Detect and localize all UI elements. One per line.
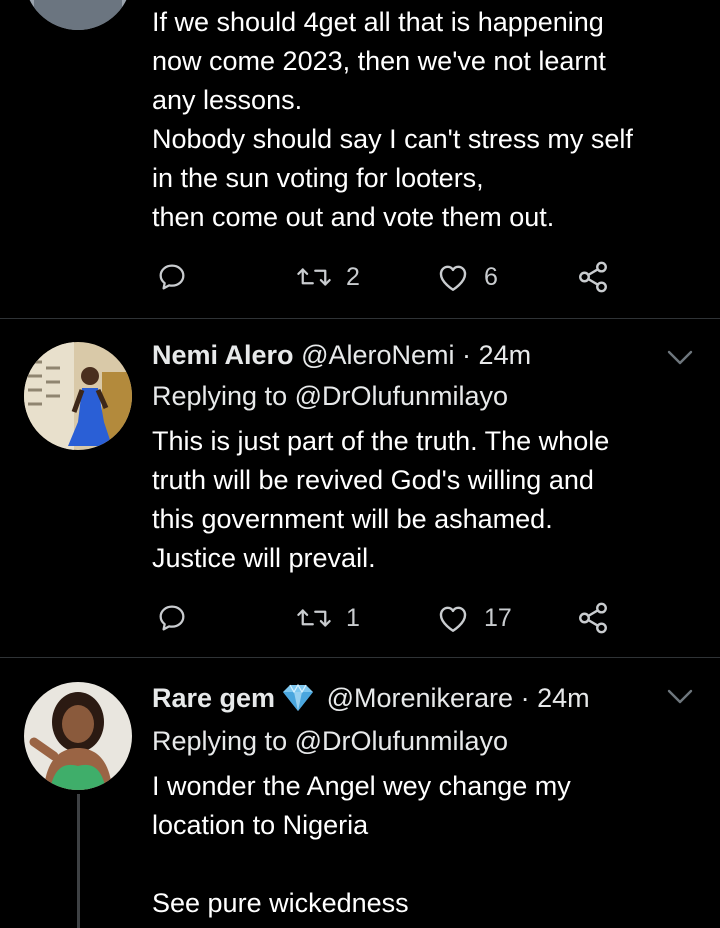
chevron-down-icon[interactable] (664, 686, 696, 708)
tweet-text: If we should 4get all that is happening … (152, 7, 633, 232)
heart-icon (439, 265, 467, 291)
like-button[interactable]: 17 (436, 598, 512, 638)
avatar[interactable] (24, 342, 132, 450)
display-name[interactable]: Rare gem (152, 683, 275, 713)
tweet-2[interactable]: Nemi Alero @AleroNemi · 24m Replying to … (0, 319, 720, 657)
share-button[interactable] (576, 598, 610, 638)
avatar[interactable] (24, 682, 132, 790)
separator: · (520, 683, 530, 713)
replying-to-handle[interactable]: @DrOlufunmilayo (295, 381, 508, 411)
like-count: 17 (484, 603, 512, 632)
tweet-1[interactable]: If we should 4get all that is happening … (0, 0, 720, 318)
replying-to-line: Replying to @DrOlufunmilayo (152, 723, 508, 759)
display-name[interactable]: Nemi Alero (152, 340, 294, 370)
tweet-header: Nemi Alero @AleroNemi · 24m (152, 337, 531, 373)
retweet-count: 1 (346, 603, 360, 632)
replying-to-line: Replying to @DrOlufunmilayo (152, 378, 508, 414)
user-handle[interactable]: @Morenikerare (327, 683, 513, 713)
action-bar: 1 17 (152, 598, 652, 638)
retweet-button[interactable]: 1 (296, 598, 360, 638)
reply-icon (159, 264, 185, 290)
like-count: 6 (484, 262, 498, 291)
like-button[interactable]: 6 (436, 257, 498, 297)
action-bar: 2 6 (152, 257, 652, 297)
chevron-down-icon[interactable] (664, 347, 696, 369)
share-icon (579, 261, 607, 293)
avatar[interactable] (24, 0, 132, 30)
timestamp[interactable]: 24m (479, 340, 532, 370)
gem-stone-icon (283, 683, 314, 711)
tweet-text: This is just part of the truth. The whol… (152, 426, 610, 573)
reply-icon (159, 605, 185, 631)
tweet-text: I wonder the Angel wey change my locatio… (152, 771, 571, 918)
heart-icon (439, 606, 467, 632)
reply-button[interactable] (156, 598, 188, 638)
user-handle[interactable]: @AleroNemi (301, 340, 454, 370)
separator: · (462, 340, 472, 370)
reply-button[interactable] (156, 257, 188, 297)
retweet-button[interactable]: 2 (296, 257, 360, 297)
timestamp[interactable]: 24m (537, 683, 590, 713)
retweet-count: 2 (346, 262, 360, 291)
tweet-header: Rare gem @Morenikerare · 24m (152, 680, 590, 716)
replying-to-handle[interactable]: @DrOlufunmilayo (295, 726, 508, 756)
replying-prefix: Replying to (152, 726, 288, 756)
replying-prefix: Replying to (152, 381, 288, 411)
share-button[interactable] (576, 257, 610, 297)
retweet-icon (297, 268, 331, 286)
retweet-icon (297, 609, 331, 627)
tweet-3[interactable]: Rare gem @Morenikerare · 24m Replying to… (0, 658, 720, 928)
thread-line (77, 794, 80, 928)
share-icon (579, 602, 607, 634)
